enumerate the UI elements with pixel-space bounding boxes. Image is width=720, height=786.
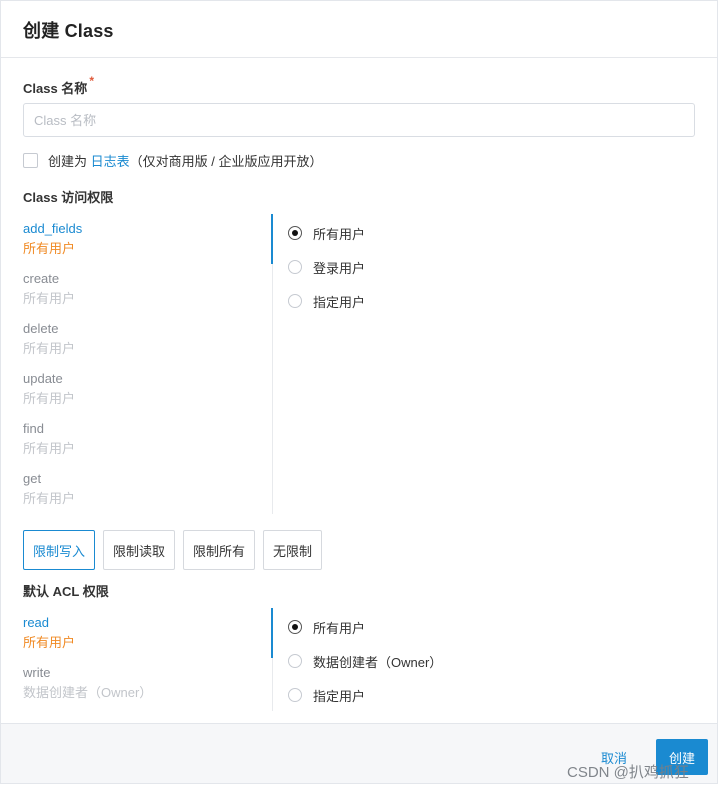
- create-class-dialog: 创建 Class Class 名称 * 创建为 日志表 （仅对商用版 / 企业版…: [0, 0, 718, 784]
- operation-create[interactable]: create 所有用户: [23, 264, 272, 314]
- restrict-read-button[interactable]: 限制读取: [103, 530, 176, 570]
- radio-option-owner[interactable]: 数据创建者（Owner）: [288, 644, 442, 678]
- operation-name: find: [23, 421, 44, 436]
- operation-value: 所有用户: [23, 341, 76, 356]
- radio-checked-icon[interactable]: [288, 226, 302, 240]
- preset-button-group: 限制写入 限制读取 限制所有 无限制: [23, 530, 695, 570]
- operation-name: write: [23, 665, 51, 680]
- class-operation-list: add_fields 所有用户 create 所有用户 delete 所有用户 …: [23, 214, 273, 514]
- restrict-write-button[interactable]: 限制写入: [23, 530, 96, 570]
- operation-value: 所有用户: [23, 241, 76, 256]
- class-permissions-label: Class 访问权限: [23, 190, 114, 205]
- radio-option-all-users[interactable]: 所有用户: [288, 216, 365, 250]
- dialog-title: 创建 Class: [23, 21, 114, 41]
- radio-label: 所有用户: [313, 226, 366, 242]
- log-table-option: 创建为 日志表 （仅对商用版 / 企业版应用开放）: [23, 151, 695, 170]
- radio-label: 所有用户: [313, 620, 366, 636]
- operation-value: 所有用户: [23, 635, 76, 650]
- operation-value: 所有用户: [23, 391, 76, 406]
- radio-icon[interactable]: [288, 260, 302, 274]
- radio-icon[interactable]: [288, 294, 302, 308]
- radio-icon[interactable]: [288, 688, 302, 702]
- operation-get[interactable]: get 所有用户: [23, 464, 272, 514]
- radio-label: 数据创建者（Owner）: [313, 654, 443, 670]
- radio-label: 登录用户: [313, 260, 366, 276]
- operation-name: get: [23, 471, 42, 486]
- radio-option-logged-in-users[interactable]: 登录用户: [288, 250, 365, 284]
- operation-value: 所有用户: [23, 491, 76, 506]
- acl-permission-options: 所有用户 数据创建者（Owner） 指定用户: [273, 608, 442, 712]
- radio-label: 指定用户: [313, 688, 366, 704]
- class-permission-options: 所有用户 登录用户 指定用户: [273, 214, 365, 514]
- radio-option-all-users[interactable]: 所有用户: [288, 610, 442, 644]
- dialog-header: 创建 Class: [1, 1, 717, 58]
- required-mark: *: [89, 74, 94, 88]
- radio-option-specified-users[interactable]: 指定用户: [288, 284, 365, 318]
- operation-name: read: [23, 615, 50, 630]
- class-name-label: Class 名称: [23, 81, 88, 96]
- operation-write[interactable]: write 数据创建者（Owner）: [23, 658, 272, 708]
- operation-value: 所有用户: [23, 291, 76, 306]
- radio-icon[interactable]: [288, 654, 302, 668]
- operation-name: add_fields: [23, 221, 83, 236]
- radio-checked-icon[interactable]: [288, 620, 302, 634]
- log-table-link[interactable]: 日志表: [91, 151, 130, 170]
- operation-name: create: [23, 271, 60, 286]
- class-name-label-row: Class 名称 *: [23, 74, 695, 97]
- dialog-body: Class 名称 * 创建为 日志表 （仅对商用版 / 企业版应用开放） Cla…: [1, 58, 717, 722]
- log-table-suffix: （仅对商用版 / 企业版应用开放）: [129, 154, 323, 169]
- active-operation-indicator: [271, 608, 273, 658]
- operation-read[interactable]: read 所有用户: [23, 608, 272, 658]
- operation-update[interactable]: update 所有用户: [23, 364, 272, 414]
- csdn-watermark: CSDN @扒鸡抓狂: [567, 764, 689, 781]
- operation-value: 所有用户: [23, 441, 76, 456]
- default-acl-panel: read 所有用户 write 数据创建者（Owner） 所有用户 数据创建者（…: [23, 608, 695, 712]
- class-name-input[interactable]: [23, 103, 695, 137]
- active-operation-indicator: [271, 214, 273, 264]
- operation-name: delete: [23, 321, 59, 336]
- log-table-checkbox[interactable]: [23, 153, 38, 168]
- dialog-footer: 取消 创建 CSDN @扒鸡抓狂: [1, 723, 717, 783]
- operation-find[interactable]: find 所有用户: [23, 414, 272, 464]
- log-table-prefix: 创建为: [48, 154, 91, 169]
- operation-value: 数据创建者（Owner）: [23, 685, 153, 700]
- no-restriction-button[interactable]: 无限制: [263, 530, 323, 570]
- radio-label: 指定用户: [313, 294, 366, 310]
- class-permissions-panel: add_fields 所有用户 create 所有用户 delete 所有用户 …: [23, 214, 695, 514]
- radio-option-specified-users[interactable]: 指定用户: [288, 678, 442, 712]
- default-acl-label: 默认 ACL 权限: [23, 584, 109, 599]
- operation-delete[interactable]: delete 所有用户: [23, 314, 272, 364]
- operation-add-fields[interactable]: add_fields 所有用户: [23, 214, 272, 264]
- restrict-all-button[interactable]: 限制所有: [183, 530, 256, 570]
- acl-operation-list: read 所有用户 write 数据创建者（Owner）: [23, 608, 273, 711]
- operation-name: update: [23, 371, 63, 386]
